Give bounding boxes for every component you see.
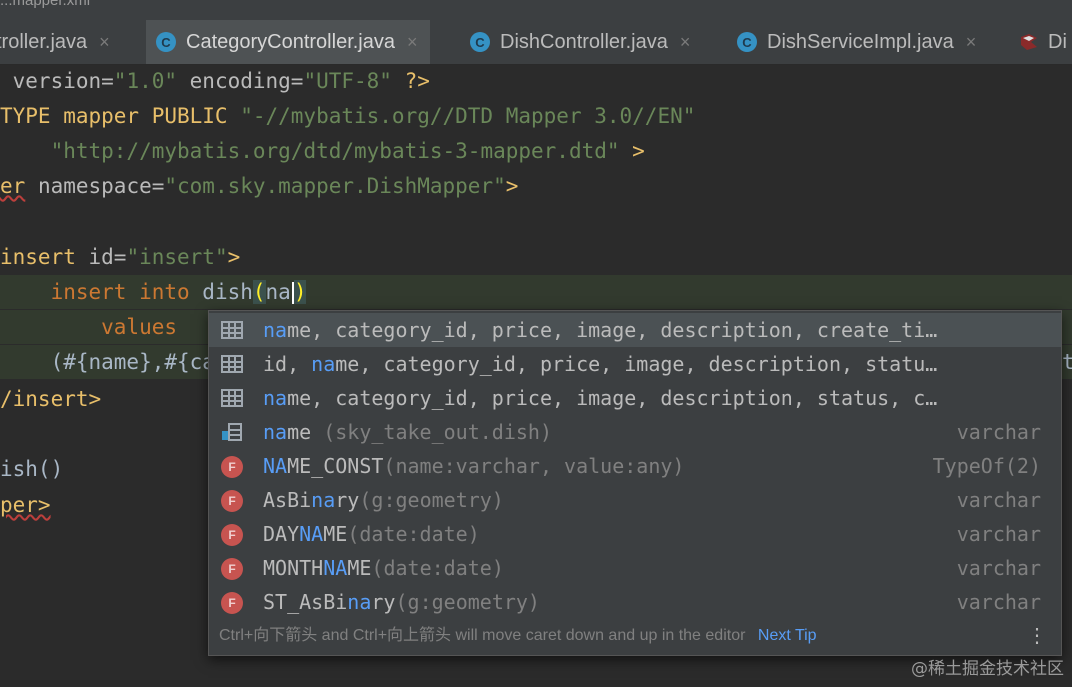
window-title: ...mapper.xml [0,0,91,9]
completion-item[interactable]: F NAME_CONST(name:varchar, value:any) Ty… [209,449,1061,483]
class-icon: C [156,32,176,52]
tab-dish-service-impl[interactable]: C DishServiceImpl.java × [737,20,976,64]
function-icon: F [221,558,243,580]
completion-item[interactable]: F ST_AsBinary(g:geometry) varchar [209,585,1061,619]
tab-category-controller[interactable]: C CategoryController.java × [146,20,430,64]
table-icon [221,321,243,339]
class-icon: C [737,32,757,52]
tab-dish-mapper-xml[interactable]: Di [1018,20,1067,64]
completion-item[interactable]: F DAYNAME(date:date) varchar [209,517,1061,551]
column-icon [222,423,242,441]
tab-label: troller.java [0,30,88,53]
code-line-2: TYPE mapper PUBLIC "-//mybatis.org//DTD … [0,104,696,128]
tab-label: DishServiceImpl.java [767,30,954,53]
tab-dish-controller[interactable]: C DishController.java × [470,20,690,64]
close-icon[interactable]: × [99,32,110,53]
editor-tab-bar: troller.java × C CategoryController.java… [0,20,1072,65]
code-line-7: insert into dish(na) [0,275,1072,309]
function-icon: F [221,524,243,546]
completion-item[interactable]: id, name, category_id, price, image, des… [209,347,1061,381]
completion-item[interactable]: name (sky_take_out.dish) varchar [209,415,1061,449]
watermark: @稀土掘金技术社区 [911,659,1064,679]
table-icon [221,355,243,373]
tab-controller[interactable]: troller.java × [0,20,110,64]
completion-popup: name, category_id, price, image, descrip… [208,310,1062,656]
close-icon[interactable]: × [966,32,977,53]
completion-item[interactable]: F MONTHNAME(date:date) varchar [209,551,1061,585]
completion-item[interactable]: F AsBinary(g:geometry) varchar [209,483,1061,517]
code-line-1: version="1.0" encoding="UTF-8" ?> [0,69,430,93]
code-line-6: insert id="insert"> [0,245,241,269]
code-line-3: "http://mybatis.org/dtd/mybatis-3-mapper… [50,139,645,163]
completion-hint: Ctrl+向下箭头 and Ctrl+向上箭头 will move caret … [219,627,746,644]
completion-item[interactable]: name, category_id, price, image, descrip… [209,381,1061,415]
code-line-4: er namespace="com.sky.mapper.DishMapper"… [0,174,519,198]
tab-label: Di [1048,30,1067,53]
next-tip-link[interactable]: Next Tip [758,627,817,644]
xml-file-icon [1021,34,1037,50]
completion-footer: Ctrl+向下箭头 and Ctrl+向上箭头 will move caret … [209,617,1061,655]
table-icon [221,389,243,407]
window-title-bar: ...mapper.xml [0,0,1072,20]
function-icon: F [221,592,243,614]
completion-item[interactable]: name, category_id, price, image, descrip… [209,313,1061,347]
close-icon[interactable]: × [680,32,691,53]
tab-label: CategoryController.java [186,30,395,53]
tab-label: DishController.java [500,30,668,53]
more-options-icon[interactable]: ⋮ [1027,617,1047,655]
class-icon: C [470,32,490,52]
function-icon: F [221,490,243,512]
function-icon: F [221,456,243,478]
close-icon[interactable]: × [407,32,418,53]
